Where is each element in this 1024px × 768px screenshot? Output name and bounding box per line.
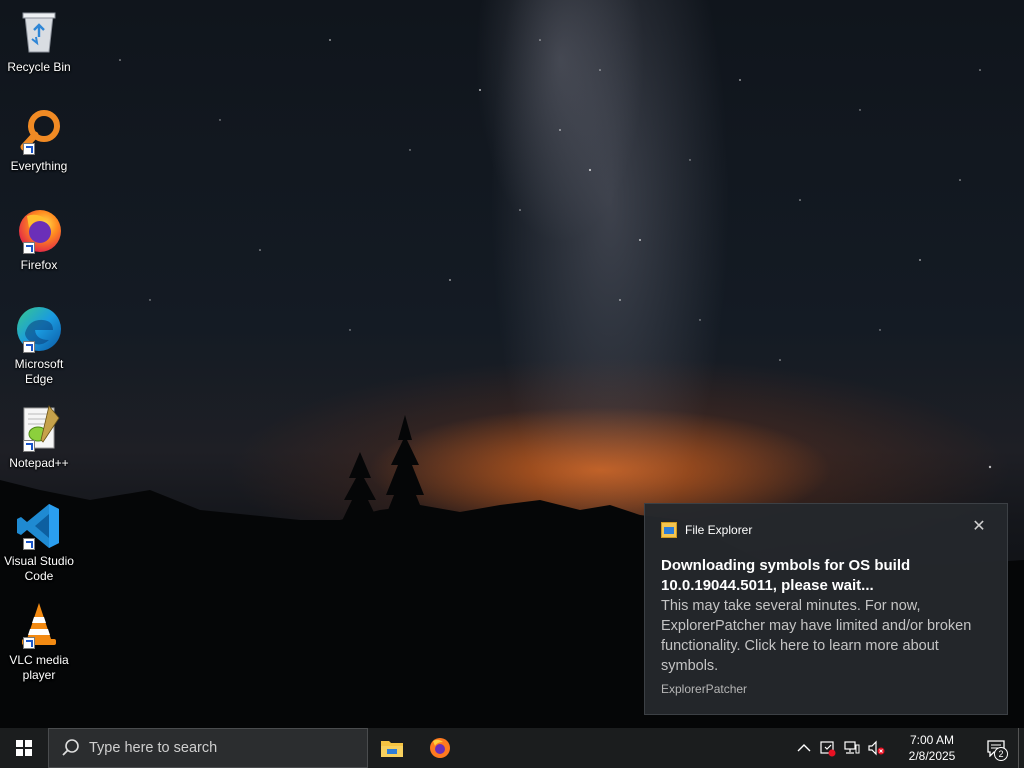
action-center-button[interactable]: 2 — [976, 728, 1016, 768]
desktop-icon-label: Recycle Bin — [7, 60, 71, 74]
taskbar-search-box[interactable]: Type here to search — [48, 728, 368, 768]
edge-icon — [13, 303, 65, 355]
clock-date: 2/8/2025 — [908, 749, 956, 763]
volume-muted-icon — [868, 740, 885, 756]
notification-toast[interactable]: File Explorer ✕ Downloading symbols for … — [644, 503, 1008, 715]
tray-security-icon-button[interactable] — [816, 728, 840, 768]
desktop-icon-recycle-bin[interactable]: Recycle Bin — [2, 6, 76, 75]
taskbar-app-file-explorer[interactable] — [368, 728, 416, 768]
search-placeholder: Type here to search — [89, 740, 218, 756]
search-icon — [62, 739, 79, 756]
tree-silhouettes — [340, 415, 428, 525]
shortcut-arrow-icon — [23, 637, 35, 649]
firefox-icon — [430, 738, 450, 758]
notepad-plus-plus-icon — [13, 402, 65, 454]
notification-count-badge: 2 — [994, 747, 1008, 761]
desktop-icon-label: Everything — [10, 159, 68, 173]
desktop-icon-vlc[interactable]: VLC media player — [2, 599, 76, 683]
shortcut-arrow-icon — [23, 242, 35, 254]
network-icon — [844, 741, 860, 754]
firefox-icon — [13, 204, 65, 256]
tray-network-button[interactable] — [840, 728, 864, 768]
start-button[interactable] — [0, 728, 48, 768]
shortcut-arrow-icon — [23, 440, 35, 452]
desktop-icon-label: Firefox — [20, 258, 58, 272]
shortcut-arrow-icon — [23, 143, 35, 155]
show-desktop-button[interactable] — [1018, 728, 1024, 768]
desktop-icon-label: VLC media player — [9, 653, 69, 682]
clock-time: 7:00 AM — [909, 733, 955, 747]
security-alert-icon — [820, 741, 836, 757]
taskbar-clock[interactable]: 7:00 AM 2/8/2025 — [894, 732, 970, 764]
desktop-icon-firefox[interactable]: Firefox — [2, 204, 76, 273]
toast-attribution: ExplorerPatcher — [661, 682, 748, 696]
vscode-icon — [13, 500, 65, 552]
system-tray: 7:00 AM 2/8/2025 2 — [792, 728, 1024, 768]
windows-logo-icon — [16, 740, 32, 756]
file-explorer-icon — [381, 741, 403, 757]
desktop-icon-label: Visual Studio Code — [4, 554, 74, 583]
show-hidden-icons-button[interactable] — [792, 728, 816, 768]
toast-close-button[interactable]: ✕ — [971, 519, 987, 535]
tray-volume-button[interactable] — [864, 728, 888, 768]
toast-title: Downloading symbols for OS build 10.0.19… — [661, 557, 911, 594]
everything-search-icon — [13, 105, 65, 157]
shortcut-arrow-icon — [23, 341, 35, 353]
taskbar: Type here to search 7:00 AM 2/8/2025 2 — [0, 728, 1024, 768]
file-explorer-icon — [661, 522, 677, 538]
taskbar-app-firefox[interactable] — [416, 728, 464, 768]
desktop-icon-label: Microsoft Edge — [14, 357, 64, 386]
chevron-up-icon — [797, 744, 811, 752]
toast-header: File Explorer — [661, 522, 991, 538]
shortcut-arrow-icon — [23, 538, 35, 550]
desktop-icon-everything[interactable]: Everything — [2, 105, 76, 174]
desktop-icon-notepad-plus-plus[interactable]: Notepad++ — [2, 402, 76, 471]
recycle-bin-icon — [13, 6, 65, 58]
stars — [119, 39, 992, 469]
vlc-icon — [13, 599, 65, 651]
toast-app-name: File Explorer — [685, 523, 753, 537]
desktop-icon-label: Notepad++ — [9, 456, 69, 470]
desktop-icon-edge[interactable]: Microsoft Edge — [2, 303, 76, 387]
toast-body[interactable]: This may take several minutes. For now, … — [661, 596, 991, 676]
desktop-icon-vscode[interactable]: Visual Studio Code — [2, 500, 76, 584]
